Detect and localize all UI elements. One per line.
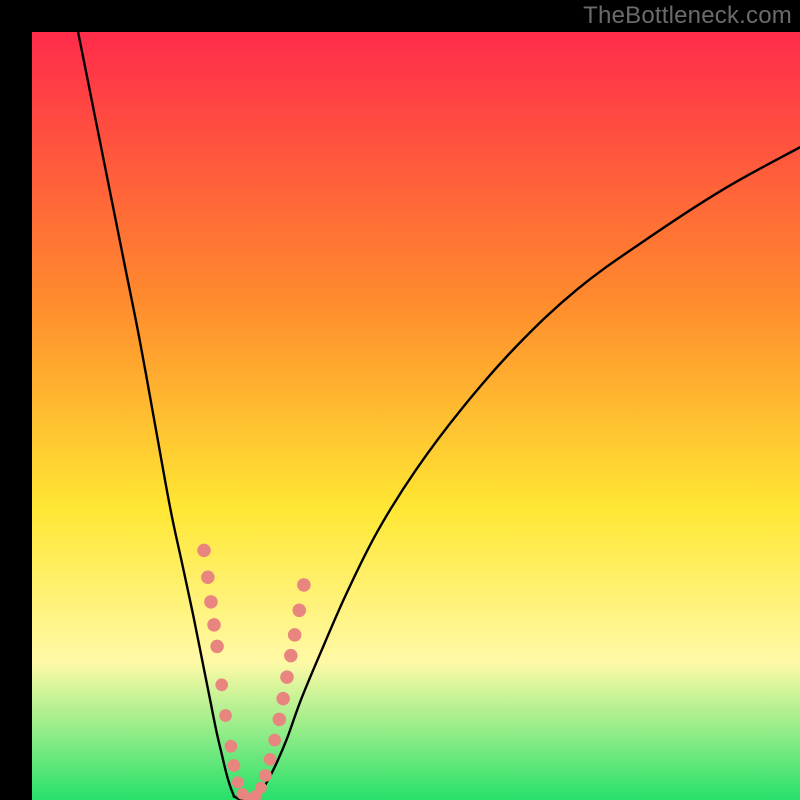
curve-marker <box>201 571 215 585</box>
chart-svg <box>32 32 800 800</box>
curve-marker <box>210 640 224 654</box>
curve-marker <box>273 713 287 727</box>
curve-marker <box>255 782 267 794</box>
curve-marker <box>225 740 238 753</box>
curve-marker <box>280 670 294 684</box>
curve-marker <box>219 709 232 722</box>
curve-marker <box>259 769 272 782</box>
curve-marker <box>268 734 281 747</box>
curve-marker <box>297 578 311 592</box>
gradient-background <box>32 32 800 800</box>
curve-marker <box>228 759 241 772</box>
curve-marker <box>232 776 244 788</box>
chart-plot-area <box>32 32 800 800</box>
curve-marker <box>288 628 302 642</box>
curve-marker <box>215 678 228 691</box>
curve-marker <box>276 692 290 706</box>
watermark-text: TheBottleneck.com <box>583 2 792 30</box>
curve-marker <box>284 649 298 663</box>
curve-marker <box>197 544 211 558</box>
curve-marker <box>293 604 307 618</box>
curve-marker <box>204 595 218 609</box>
curve-marker <box>207 618 221 632</box>
curve-marker <box>264 753 277 766</box>
